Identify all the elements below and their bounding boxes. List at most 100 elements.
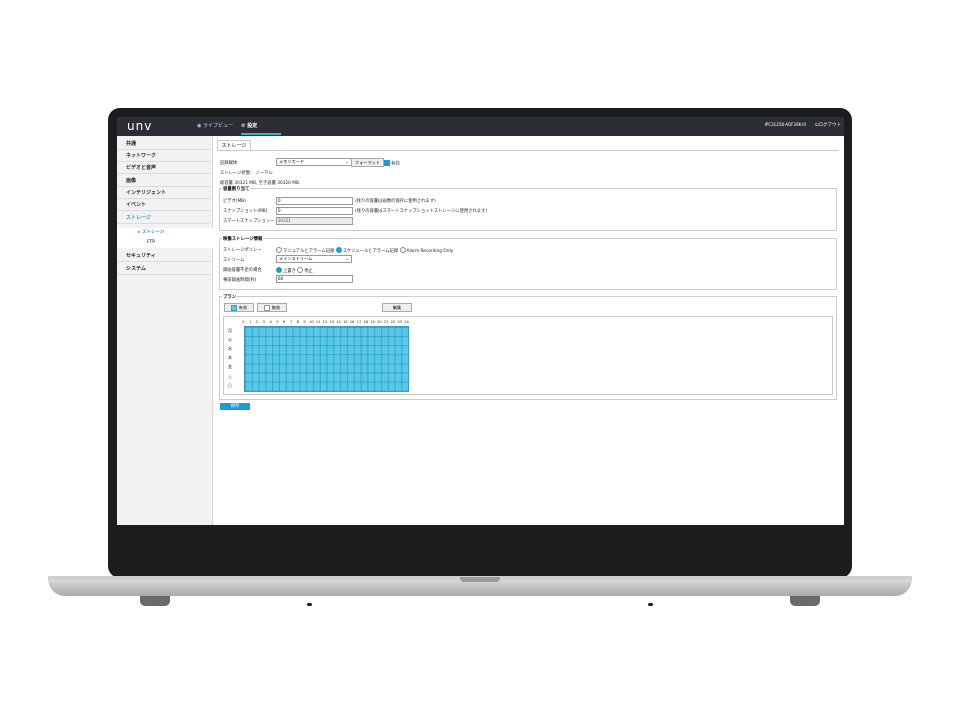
day-label: 金 xyxy=(228,364,232,370)
pre-record-label: 事前録画時間(秒) xyxy=(223,278,257,283)
media-select[interactable]: メモリカード ⌄ xyxy=(276,158,352,166)
media-label: 記録媒体 xyxy=(220,161,238,166)
media-select-value: メモリカード xyxy=(279,159,305,164)
hour-label: 23 xyxy=(397,320,403,324)
disable-swatch-icon xyxy=(263,305,270,311)
hour-label: 1 xyxy=(249,320,252,324)
sidebar-item-image[interactable]: 画像 xyxy=(117,176,210,187)
hour-label: 6 xyxy=(283,320,286,324)
nav-settings[interactable]: ⚙ 設定 xyxy=(241,122,257,129)
screen: unv ◉ ライブビュー ⚙ 設定 IPC3125B-ADF28K-I0 ⏻ログ… xyxy=(117,117,844,525)
video-storage-legend: 映像ストレージ情報 xyxy=(222,236,264,242)
policy-option-alarm-only[interactable]: Alarm Recording Only xyxy=(399,247,454,254)
main-panel: ストレージ 記録媒体 メモリカード ⌄ フォーマット 有効 ストレージ状態： ノー… xyxy=(214,136,844,525)
top-bar: unv ◉ ライブビュー ⚙ 設定 IPC3125B-ADF28K-I0 ⏻ログ… xyxy=(117,117,844,136)
day-label: 土 xyxy=(228,373,232,379)
logout-button[interactable]: ⏻ログアウト xyxy=(815,122,841,128)
stream-select-value: メインストリーム xyxy=(279,256,313,261)
chevron-down-icon: ⌄ xyxy=(345,256,349,261)
hour-label: 13 xyxy=(329,320,335,324)
allocation-legend: 容量割り当て xyxy=(222,186,251,192)
nav-live-view[interactable]: ◉ ライブビュー xyxy=(197,122,233,129)
laptop-foot-right xyxy=(790,596,820,606)
sidebar-item-common[interactable]: 共通 xyxy=(117,139,210,150)
policy-option-schedule-label: スケジュールとアラーム記録 xyxy=(342,248,399,254)
plan-enable-label: 有効 xyxy=(238,305,248,310)
video-mb-label: ビデオ(MB) xyxy=(223,199,246,204)
policy-option-schedule[interactable]: スケジュールとアラーム記録 xyxy=(335,247,399,254)
full-option-stop-label: 停止 xyxy=(304,268,313,274)
hour-label: 15 xyxy=(343,320,348,324)
tab-divider xyxy=(217,150,839,151)
laptop-foot-left xyxy=(140,596,170,606)
full-action-radio-group: 上書き 停止 xyxy=(276,267,313,274)
hour-label: 2 xyxy=(255,320,259,324)
snapshot-mb-label: スナップショット(MB) xyxy=(223,209,268,214)
laptop-dot-left xyxy=(307,603,312,606)
enable-checkbox[interactable]: 有効 xyxy=(384,160,400,167)
plan-disable-button[interactable]: 無効 xyxy=(257,303,287,312)
hour-label: 10 xyxy=(309,320,314,324)
sidebar-item-storage[interactable]: ストレージ xyxy=(117,213,210,224)
full-option-overwrite-label: 上書き xyxy=(283,268,296,274)
radio-off-icon xyxy=(276,247,282,253)
sidebar-item-security[interactable]: セキュリティ xyxy=(117,251,210,262)
hour-label: 4 xyxy=(269,320,272,324)
sidebar-item-intelligent[interactable]: インテリジェント xyxy=(117,188,210,199)
schedule-area: 0 1 2 3 4 5 6 7 8 9 10 11 12 13 14 15 16 17 18 19 20 21 22 23 24… xyxy=(223,316,833,395)
plan-edit-button[interactable]: 編集 xyxy=(382,303,412,312)
checkbox-checked-icon xyxy=(384,160,390,166)
hour-label: 12 xyxy=(322,320,328,324)
day-label: 火 xyxy=(228,337,232,343)
pre-record-input[interactable]: 60 xyxy=(276,275,353,283)
plan-enable-button[interactable]: 有効 xyxy=(224,303,254,312)
sidebar-item-system[interactable]: システム xyxy=(117,264,210,275)
plan-disable-label: 無効 xyxy=(271,305,281,310)
plan-legend: プラン xyxy=(222,294,238,300)
hour-label: 16 xyxy=(349,320,355,324)
video-mb-input[interactable]: 0 xyxy=(276,197,353,205)
laptop-dot-right xyxy=(648,603,653,606)
radio-on-icon xyxy=(335,247,342,253)
hour-label: 9 xyxy=(303,320,306,324)
sidebar-item-event[interactable]: イベント xyxy=(117,200,210,211)
radio-on-icon xyxy=(276,267,282,273)
hour-label: 7 xyxy=(289,320,293,324)
sidebar-item-video-audio[interactable]: ビデオと音声 xyxy=(117,163,210,174)
hour-label: 18 xyxy=(363,320,369,324)
day-label: 木 xyxy=(228,355,232,361)
hour-label: 17 xyxy=(356,320,362,324)
logo: unv xyxy=(127,119,153,133)
hour-axis: 0 1 2 3 4 5 6 7 8 9 10 11 12 13 14 15 16 17 18 19 20 21 22 23 24 xyxy=(240,319,410,324)
radio-off-icon xyxy=(297,267,304,273)
stream-select[interactable]: メインストリーム ⌄ xyxy=(276,255,352,263)
hour-label: 19 xyxy=(370,320,375,324)
snapshot-mb-input[interactable]: 0 xyxy=(276,207,353,215)
policy-radio-group: マニュアルとアラーム記録 スケジュールとアラーム記録 Alarm Recordi… xyxy=(276,247,453,254)
day-label: 水 xyxy=(228,346,232,352)
format-button[interactable]: フォーマット xyxy=(351,158,384,167)
hour-label: 20 xyxy=(377,320,382,324)
full-action-label: 録画容量不足の場合 xyxy=(223,268,262,273)
policy-option-manual-label: マニュアルとアラーム記録 xyxy=(283,248,335,254)
full-option-stop[interactable]: 停止 xyxy=(297,267,313,274)
policy-label: ストレージポリシー xyxy=(223,248,262,253)
hour-label: 22 xyxy=(390,320,396,324)
hour-label: 24 xyxy=(404,320,409,324)
stream-label: ストリーム xyxy=(223,258,245,263)
sidebar-item-network[interactable]: ネットワーク xyxy=(117,151,210,162)
policy-option-manual[interactable]: マニュアルとアラーム記録 xyxy=(276,247,335,254)
hour-label: 0 xyxy=(242,320,245,324)
smart-snapshot-label: スマートスナップショッー xyxy=(223,219,275,224)
hour-label: 11 xyxy=(315,320,321,324)
hour-label: 21 xyxy=(383,320,389,324)
policy-option-alarm-only-label: Alarm Recording Only xyxy=(406,248,454,254)
full-option-overwrite[interactable]: 上書き xyxy=(276,267,296,274)
laptop-notch xyxy=(460,577,500,582)
schedule-grid[interactable] xyxy=(244,326,409,392)
snapshot-mb-note: (残りの容量はスマートスナップショットストレージに使用されます) xyxy=(355,209,488,214)
video-mb-note: (残りの容量は画像の保存に使用されます) xyxy=(355,199,436,204)
save-button[interactable]: 保存 xyxy=(220,403,250,410)
smart-snapshot-value: 30321 xyxy=(276,217,353,225)
hour-label: 8 xyxy=(296,320,299,324)
